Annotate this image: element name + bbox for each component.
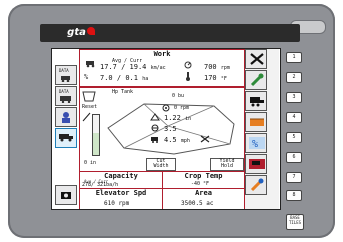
crop-temp-value: -40 °F: [191, 181, 210, 187]
brand-logo-text: gta: [67, 27, 86, 38]
operator-button[interactable]: [55, 107, 77, 127]
reset-label: Reset: [82, 104, 98, 110]
crop-temp-box: Crop Temp -40 °F: [162, 171, 245, 189]
camera-button[interactable]: [55, 185, 77, 205]
height-unit: in: [185, 116, 192, 122]
truck-alert-icon: [249, 159, 265, 169]
right-button-2[interactable]: [245, 70, 267, 90]
softkey-6[interactable]: 6: [286, 152, 302, 163]
elevator-box: Elevator Spd 610 rpm: [79, 188, 163, 209]
area-avg: 7.0: [100, 74, 113, 82]
header-icon: [250, 118, 264, 126]
brand-logo: gta: [62, 26, 100, 39]
brand-logo-mark: [86, 27, 95, 35]
area-curr: 0.1: [125, 74, 138, 82]
yield-hold-button[interactable]: Yield Hold: [210, 158, 244, 171]
operator-icon: [62, 112, 70, 123]
speed-unit: km/ac: [150, 65, 166, 71]
level-gauge-icon: [82, 112, 91, 122]
rpm-icon: [184, 61, 192, 69]
right-button-6[interactable]: [245, 154, 267, 174]
elevator-label: Elevator Spd: [95, 189, 147, 197]
crop-temp-label: Crop Temp: [184, 172, 223, 180]
tank-icon: [82, 91, 96, 102]
combine-icon: [60, 96, 71, 103]
right-button-4[interactable]: [245, 112, 267, 132]
header-level-meter[interactable]: [92, 114, 100, 156]
close-icon: [200, 135, 210, 143]
truck-icon: [59, 134, 73, 142]
tractor-speed-icon: [86, 61, 95, 68]
area-unit: ha: [142, 76, 149, 82]
rpm-readout-unit: rpm: [180, 105, 190, 111]
header-panel: Hp Tank Reset 0 bu 0 rpm 1.22 in 3.5 4.5…: [79, 87, 245, 172]
camera-icon: [61, 192, 71, 199]
svg-text:%: %: [84, 73, 89, 80]
rotor-icon: [162, 104, 170, 112]
meter-value: 0: [84, 160, 88, 166]
height-value: 1.22: [164, 114, 181, 122]
right-icon-column: %: [245, 49, 279, 209]
settings-wrench-icon: [250, 178, 264, 192]
speed-curr: 19.4: [129, 63, 147, 71]
vehicle-settings-button[interactable]: [55, 128, 77, 148]
tractor-icon: [61, 76, 70, 82]
elevator-value: 610 rpm: [104, 200, 130, 207]
softkey-1[interactable]: 1: [286, 52, 302, 63]
area-value: 3500.5 ac: [181, 200, 214, 207]
main-screen: DATA DATA Work Avg / Curr 17.7 / 19.4 km…: [51, 48, 281, 210]
ground-speed-unit: mph: [180, 138, 190, 144]
header-panel-title: Hp Tank: [112, 89, 134, 95]
right-button-7[interactable]: [245, 175, 267, 195]
ground-speed-icon: [151, 137, 158, 143]
right-button-5[interactable]: %: [245, 133, 267, 153]
base-tiles-button[interactable]: BASE TILES: [286, 214, 304, 230]
yield-hold-label: Yield Hold: [219, 158, 235, 169]
softkey-4[interactable]: 4: [286, 112, 302, 123]
right-button-1[interactable]: [245, 49, 267, 69]
header-height-icon: [150, 113, 160, 121]
area-rate-icon: %: [84, 73, 89, 80]
percent-icon: %: [249, 137, 265, 150]
softkey-7[interactable]: 7: [286, 172, 302, 183]
wrench-icon: [250, 73, 264, 87]
temperature-icon: [186, 72, 190, 81]
meter-unit: in: [90, 160, 97, 166]
data-button-1-label: DATA: [59, 68, 69, 73]
svg-text:%: %: [252, 139, 258, 150]
rpm-value: 700: [204, 63, 217, 71]
softkey-8[interactable]: 8: [286, 190, 302, 201]
data-button-2-label: DATA: [59, 89, 69, 94]
right-button-3[interactable]: [245, 91, 267, 111]
work-panel-title: Work: [153, 50, 171, 58]
softkey-3[interactable]: 3: [286, 92, 302, 103]
header-level-meter-fill: [93, 133, 99, 155]
area-box: Area 3500.5 ac: [162, 188, 245, 209]
cut-width-button[interactable]: Cut Width: [146, 158, 176, 171]
temp-unit: °F: [220, 76, 227, 82]
combine-headland-icon: [250, 97, 264, 107]
data-button-1[interactable]: DATA: [55, 65, 77, 85]
rpm-unit: rpm: [220, 65, 230, 71]
softkey-5[interactable]: 5: [286, 132, 302, 143]
capacity-box: Capacity Ave / Curr 278/ 321ba/h: [79, 171, 163, 189]
cut-width-label: Cut Width: [153, 158, 169, 169]
softkey-2[interactable]: 2: [286, 72, 302, 83]
speed-avg: 17.7: [100, 63, 117, 71]
area-label: Area: [195, 189, 212, 197]
temp-value: 170: [204, 74, 217, 82]
left-icon-column: DATA DATA: [52, 49, 78, 209]
ground-speed-value: 4.5: [164, 136, 177, 144]
rpm-readout: 0: [174, 105, 178, 111]
tools-icon: [250, 53, 264, 65]
data-button-2[interactable]: DATA: [55, 86, 77, 106]
work-panel: Work Avg / Curr 17.7 / 19.4 km/ac 700 rp…: [79, 49, 245, 87]
reel-icon: [151, 124, 159, 132]
reel-value: 3.5: [164, 125, 177, 133]
